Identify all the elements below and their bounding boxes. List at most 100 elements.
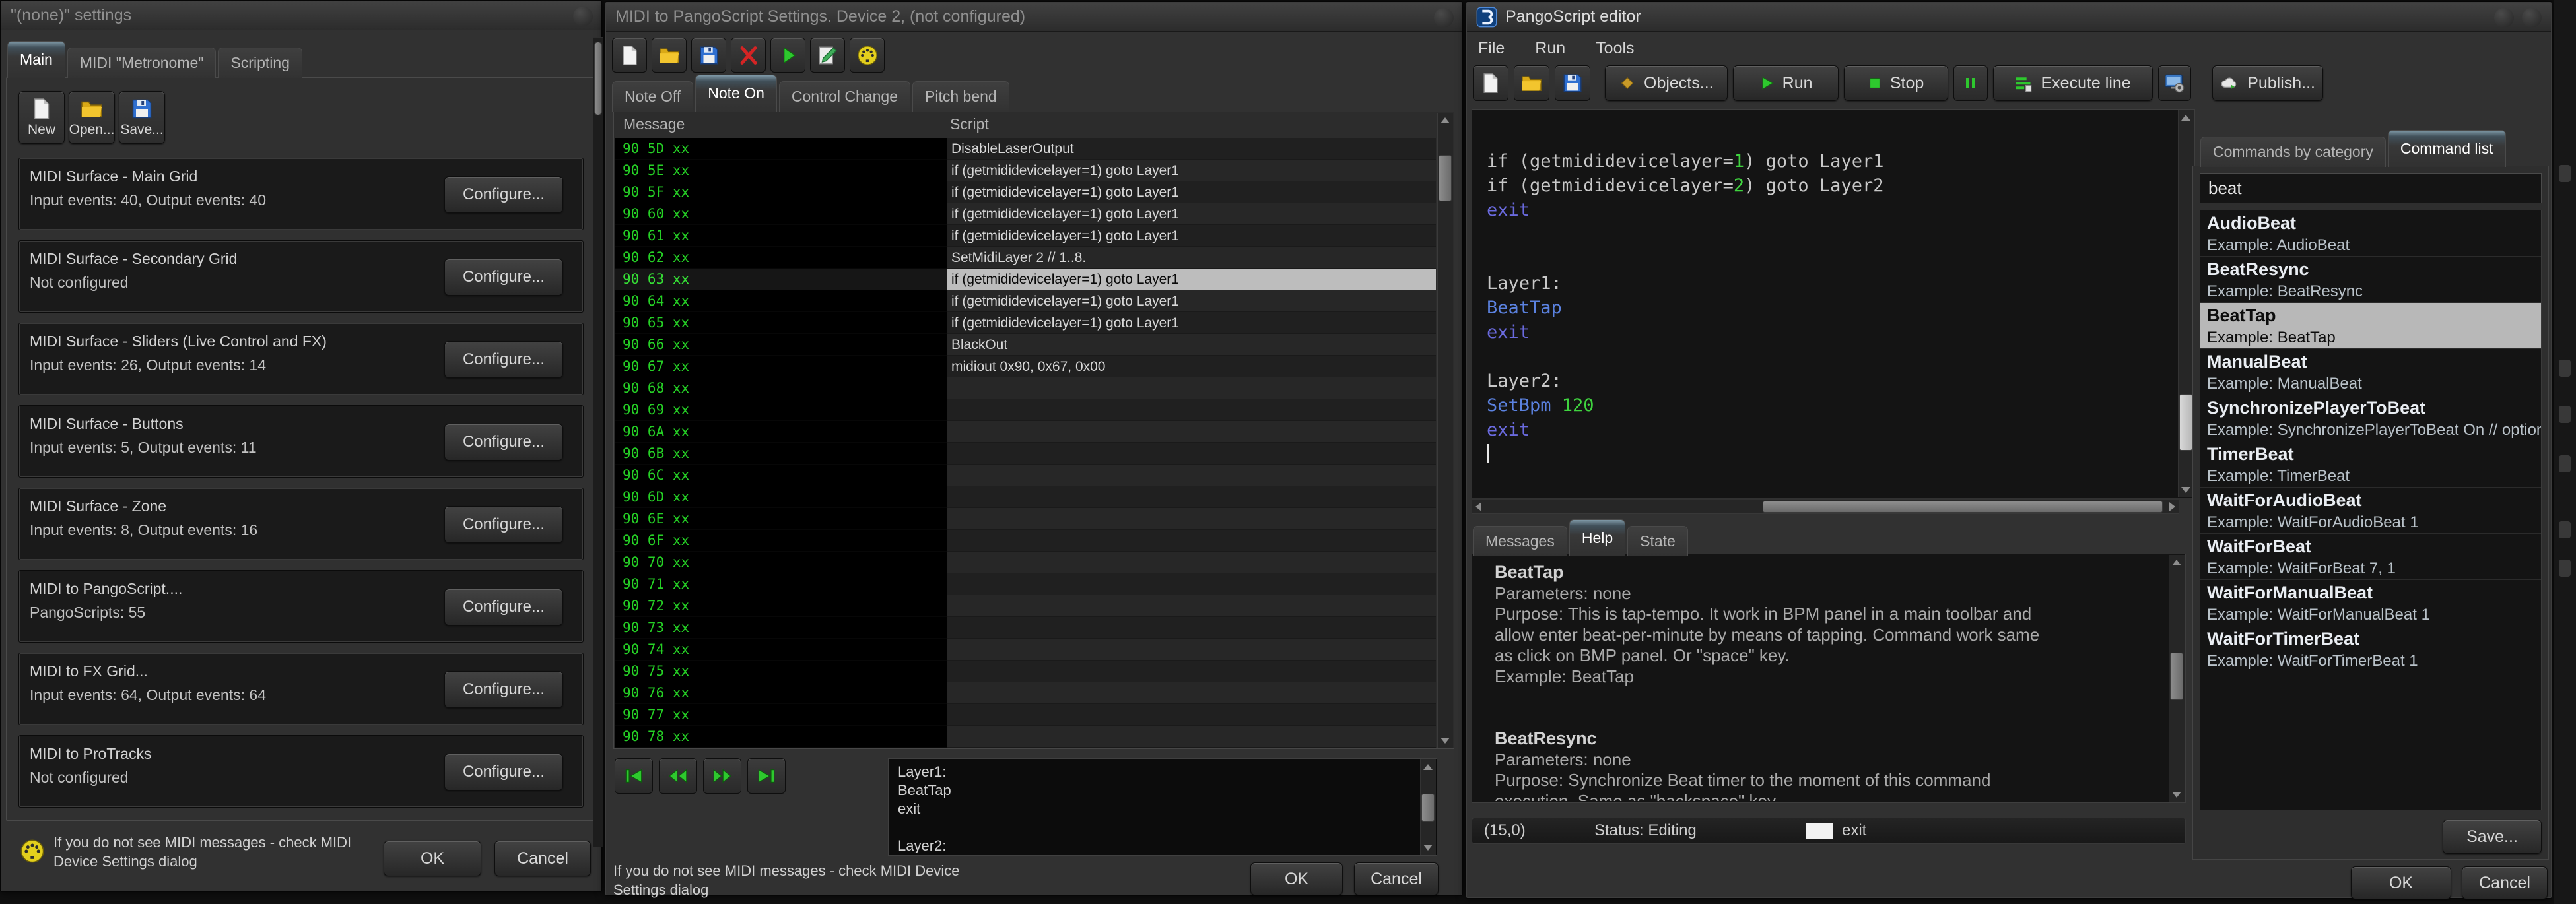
configure-button[interactable]: Configure... (444, 259, 563, 296)
save-button[interactable] (1555, 65, 1590, 101)
run-button[interactable] (770, 38, 805, 73)
scroll-up-icon[interactable] (2179, 110, 2193, 126)
command-list-item[interactable]: BeatTap Example: BeatTap (2200, 303, 2541, 349)
command-list-item[interactable]: TimerBeat Example: TimerBeat (2200, 441, 2541, 488)
scrollbar-thumb[interactable] (1421, 794, 1435, 822)
window-settings-button[interactable] (2158, 65, 2191, 101)
editor-titlebar[interactable]: PangoScript editor (1467, 3, 2551, 32)
table-row[interactable]: 90 66 xx BlackOut (615, 334, 1436, 356)
table-row[interactable]: 90 73 xx (615, 617, 1436, 639)
command-list-item[interactable]: ManualBeat Example: ManualBeat (2200, 349, 2541, 395)
table-scrollbar[interactable] (1437, 113, 1453, 748)
scroll-down-icon[interactable] (1438, 732, 1452, 748)
table-row[interactable]: 90 6F xx (615, 530, 1436, 552)
scrollbar-thumb[interactable] (2170, 653, 2183, 700)
scrollbar-thumb[interactable] (2179, 394, 2192, 451)
objects-button[interactable]: Objects... (1605, 65, 1728, 101)
table-row[interactable]: 90 6B xx (615, 443, 1436, 465)
scroll-right-icon[interactable] (2164, 500, 2179, 513)
configure-button[interactable]: Configure... (444, 671, 563, 708)
preview-scrollbar[interactable] (1420, 759, 1436, 855)
window-button-icon[interactable] (573, 7, 593, 26)
new-button[interactable] (612, 38, 647, 73)
scrollbar-thumb[interactable] (1763, 501, 2163, 513)
ok-button[interactable]: OK (2351, 866, 2451, 899)
command-panel-tab[interactable]: Command list (2388, 130, 2506, 167)
scrollbar-thumb[interactable] (1439, 155, 1452, 201)
menu-tools[interactable]: Tools (1596, 39, 1634, 58)
table-row[interactable]: 90 5E xx if (getmididevicelayer=1) goto … (615, 160, 1436, 181)
command-list-item[interactable]: WaitForTimerBeat Example: WaitForTimerBe… (2200, 626, 2541, 672)
table-row[interactable]: 90 6C xx (615, 465, 1436, 486)
editor-bottom-tab[interactable]: State (1627, 526, 1688, 556)
midi-message-tab[interactable]: Note Off (612, 81, 693, 112)
scroll-down-icon[interactable] (2179, 481, 2193, 497)
editor-hscrollbar[interactable] (1472, 500, 2179, 514)
settings-titlebar[interactable]: "(none)" settings (1, 1, 601, 30)
scroll-up-icon[interactable] (2169, 555, 2184, 571)
table-row[interactable]: 90 77 xx (615, 704, 1436, 726)
cancel-button[interactable]: Cancel (2462, 866, 2548, 899)
script-preview[interactable]: Layer1: BeatTap exit Layer2: (888, 758, 1437, 856)
command-list-item[interactable]: WaitForAudioBeat Example: WaitForAudioBe… (2200, 488, 2541, 534)
save-command-button[interactable]: Save... (2443, 820, 2542, 854)
open-button[interactable] (652, 38, 687, 73)
scroll-left-icon[interactable] (1472, 500, 1487, 513)
help-panel[interactable]: BeatTap Parameters: none Purpose: This i… (1472, 554, 2186, 803)
command-list-item[interactable]: AudioBeat Example: AudioBeat (2200, 210, 2541, 257)
command-list-item[interactable]: SynchronizePlayerToBeat Example: Synchro… (2200, 395, 2541, 441)
open-button[interactable]: Open... (69, 91, 115, 144)
table-row[interactable]: 90 6D xx (615, 486, 1436, 508)
table-row[interactable]: 90 74 xx (615, 639, 1436, 661)
table-row[interactable]: 90 5F xx if (getmididevicelayer=1) goto … (615, 181, 1436, 203)
table-row[interactable]: 90 67 xx midiout 0x90, 0x67, 0x00 (615, 356, 1436, 377)
table-row[interactable]: 90 75 xx (615, 661, 1436, 682)
menu-run[interactable]: Run (1535, 39, 1565, 58)
code-editor[interactable]: if (getmididevicelayer=1) goto Layer1if … (1472, 109, 2195, 498)
scroll-down-icon[interactable] (2169, 786, 2184, 802)
cancel-button[interactable]: Cancel (1354, 862, 1439, 895)
midi-message-tab[interactable]: Control Change (779, 81, 910, 112)
table-row[interactable]: 90 6A xx (615, 421, 1436, 443)
command-list-item[interactable]: BeatResync Example: BeatResync (2200, 257, 2541, 303)
stop-button[interactable]: Stop (1844, 65, 1948, 101)
help-scrollbar[interactable] (2169, 555, 2185, 802)
table-row[interactable]: 90 78 xx (615, 726, 1436, 748)
table-row[interactable]: 90 70 xx (615, 552, 1436, 573)
command-list-item[interactable]: WaitForManualBeat Example: WaitForManual… (2200, 580, 2541, 626)
configure-button[interactable]: Configure... (444, 341, 563, 378)
delete-button[interactable] (731, 38, 766, 73)
settings-tab[interactable]: MIDI "Metronome" (67, 48, 217, 78)
midi-settings-button[interactable] (850, 38, 885, 73)
midi-window-titlebar[interactable]: MIDI to PangoScript Settings. Device 2, … (606, 3, 1462, 32)
ok-button[interactable]: OK (1250, 862, 1343, 895)
configure-button[interactable]: Configure... (444, 754, 563, 791)
table-row[interactable]: 90 5D xx DisableLaserOutput (615, 138, 1436, 160)
save-button[interactable] (691, 38, 726, 73)
skip-last-button[interactable] (747, 758, 786, 794)
window-button-icon[interactable] (2494, 8, 2514, 28)
scroll-up-icon[interactable] (1421, 759, 1435, 775)
save-button[interactable]: Save... (119, 91, 165, 144)
configure-button[interactable]: Configure... (444, 506, 563, 543)
table-row[interactable]: 90 76 xx (615, 682, 1436, 704)
window-button-icon[interactable] (1434, 8, 1454, 28)
window-button-icon[interactable] (2522, 8, 2542, 28)
configure-button[interactable]: Configure... (444, 424, 563, 461)
cancel-button[interactable]: Cancel (494, 841, 591, 876)
table-row[interactable]: 90 63 xx if (getmididevicelayer=1) goto … (615, 269, 1436, 290)
editor-bottom-tab[interactable]: Help (1569, 519, 1625, 556)
table-row[interactable]: 90 62 xx SetMidiLayer 2 // 1..8. (615, 247, 1436, 269)
execute-line-button[interactable]: Execute line (1993, 65, 2153, 101)
table-row[interactable]: 90 65 xx if (getmididevicelayer=1) goto … (615, 312, 1436, 334)
table-row[interactable]: 90 61 xx if (getmididevicelayer=1) goto … (615, 225, 1436, 247)
table-row[interactable]: 90 68 xx (615, 377, 1436, 399)
scrollbar-thumb[interactable] (594, 42, 602, 115)
new-button[interactable]: New (18, 91, 65, 144)
scroll-up-icon[interactable] (1438, 113, 1452, 129)
command-search-input[interactable] (2200, 173, 2542, 203)
editor-scrollbar[interactable] (2178, 110, 2194, 497)
midi-message-tab[interactable]: Pitch bend (912, 81, 1009, 112)
scroll-down-icon[interactable] (1421, 839, 1435, 855)
new-button[interactable] (1473, 65, 1508, 101)
